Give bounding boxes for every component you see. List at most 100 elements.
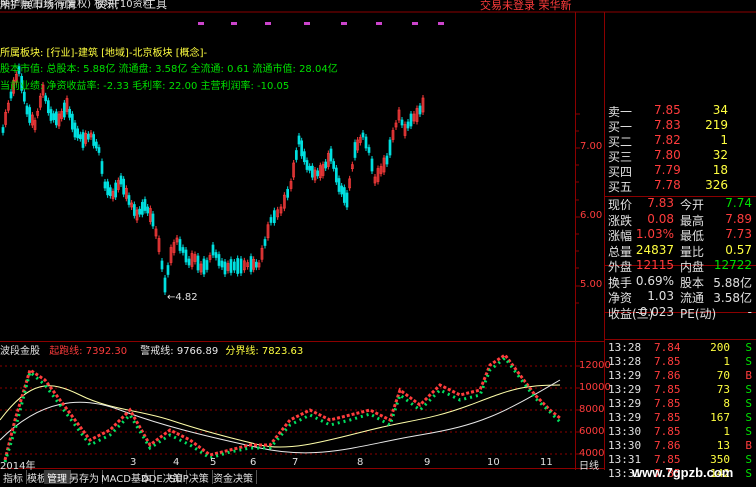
date-axis-label: 3 — [130, 457, 137, 468]
tick-price: 7.85 — [654, 383, 681, 396]
stat-label: 净资 — [608, 291, 633, 305]
tick-time: 13:28 — [608, 355, 642, 368]
tick-price: 7.85 — [654, 397, 681, 410]
level-price: 7.80 — [654, 148, 681, 162]
candle-body — [184, 249, 188, 263]
stat-label: 现价 — [608, 198, 633, 212]
indicator-start-line: 起跑线: 7392.30 — [49, 346, 128, 357]
candle-body — [388, 139, 392, 156]
min-price-label: ←4.82 — [167, 292, 198, 303]
event-marker[interactable] — [265, 22, 271, 25]
stat-label: 流通 — [680, 291, 705, 305]
candle-body — [297, 135, 301, 145]
stat-value: 7.83 — [647, 196, 674, 210]
candle-body — [46, 100, 50, 114]
event-marker[interactable] — [412, 22, 418, 25]
candle-body — [151, 213, 155, 227]
order-book-row[interactable]: 买五 7.78 326 — [608, 178, 754, 194]
candle-body — [166, 265, 170, 275]
bottom-tab[interactable]: 资金决策 — [210, 470, 257, 485]
account-status[interactable]: 交易未登录 荣华新 — [480, 0, 572, 13]
event-marker[interactable] — [376, 22, 382, 25]
candle-body — [353, 142, 357, 158]
candle-body — [78, 134, 82, 140]
candle-body — [100, 161, 104, 174]
menu-item-tools[interactable]: 工具 — [145, 0, 167, 12]
order-book-row[interactable]: 卖一 7.85 34 — [608, 103, 754, 119]
menu-item-news[interactable]: 资讯 — [96, 0, 118, 12]
candle-body — [52, 113, 56, 121]
tick-row: 13:29 7.85 8 S — [608, 397, 754, 411]
tick-row: 13:29 7.86 70 B — [608, 369, 754, 383]
level-price: 7.85 — [654, 103, 681, 117]
candle-body — [332, 161, 336, 169]
candle-body — [305, 160, 309, 170]
event-marker[interactable] — [231, 22, 237, 25]
menu-item-market[interactable]: 扩展市场行情 — [10, 0, 76, 12]
tick-price: 7.86 — [654, 439, 681, 452]
ind-axis-label: 8000 — [579, 404, 605, 415]
stat-label: 内盘 — [680, 260, 705, 274]
stat-label: 总量 — [608, 244, 633, 259]
quote-stat-row: 涨幅 1.03% 最低 7.73 — [608, 227, 754, 243]
date-axis-label: 8 — [357, 457, 364, 468]
tick-side: S — [745, 411, 752, 424]
stat-label: 涨幅 — [608, 229, 633, 243]
stat-value: 24837 — [635, 242, 674, 257]
tick-side: B — [745, 369, 752, 382]
indicator-name[interactable]: 波段金股 — [0, 346, 40, 357]
stat-label: 最高 — [680, 213, 705, 228]
candle-body — [263, 239, 267, 246]
candle-body — [367, 147, 371, 153]
bottom-tab[interactable]: SUP决策 — [166, 470, 213, 485]
candle-body — [54, 111, 58, 126]
event-marker[interactable] — [438, 22, 444, 25]
event-marker[interactable] — [341, 22, 347, 25]
date-axis-label: 11 — [540, 457, 553, 468]
bottom-tab[interactable]: 指标 — [0, 470, 27, 485]
tick-row: 13:28 7.84 200 S — [608, 341, 754, 355]
tick-volume: 70 — [716, 369, 730, 382]
candle-body — [119, 175, 123, 185]
ind-axis-label: 12000 — [579, 360, 611, 371]
quote-stat-row: 涨跌 0.08 最高 7.89 — [608, 212, 754, 228]
candle-body — [81, 132, 85, 148]
order-book-row[interactable]: 买三 7.80 32 — [608, 148, 754, 164]
candle-body — [108, 187, 112, 197]
event-marker[interactable] — [198, 22, 204, 25]
candle-body — [44, 95, 48, 102]
order-book-row[interactable]: 买一 7.83 219 — [608, 118, 754, 134]
candle-body — [160, 260, 164, 270]
order-book-row[interactable]: 买四 7.79 18 — [608, 163, 754, 179]
watermark: www.7gpzb.com — [632, 465, 734, 480]
candle-body — [205, 260, 209, 270]
tick-volume: 1 — [723, 425, 730, 438]
quote-stat-row: 现价 7.83 今开 7.74 — [608, 196, 754, 212]
quote-stat-row: 净资 1.03 流通 3.58亿 — [608, 289, 754, 305]
candle-body — [22, 91, 26, 102]
date-axis-label: 5 — [210, 457, 217, 468]
candle-body — [308, 165, 312, 171]
period-label[interactable]: 日线 — [579, 457, 599, 472]
tick-time: 13:30 — [608, 439, 642, 452]
order-book-row[interactable]: 买二 7.82 1 — [608, 133, 754, 149]
candle-body — [269, 217, 273, 223]
candle-body — [163, 277, 167, 293]
event-marker[interactable] — [304, 22, 310, 25]
stat-value: 7.89 — [725, 211, 752, 226]
tick-time: 13:29 — [608, 397, 642, 410]
indicator-line — [0, 384, 561, 448]
stat-value: 7.73 — [725, 227, 752, 241]
candle-body — [196, 255, 200, 271]
stat-label: PE(动) — [680, 306, 717, 321]
candle-body — [220, 260, 224, 268]
level-volume: 32 — [712, 148, 728, 162]
candle-body — [143, 199, 147, 211]
candle-body — [214, 252, 218, 258]
indicator-divide-line: 分界线: 7823.63 — [225, 346, 304, 357]
candle-body — [329, 148, 333, 162]
tick-price: 7.84 — [654, 341, 681, 354]
tick-side: S — [745, 341, 752, 354]
candle-body — [294, 150, 298, 160]
tick-time: 13:28 — [608, 341, 642, 354]
